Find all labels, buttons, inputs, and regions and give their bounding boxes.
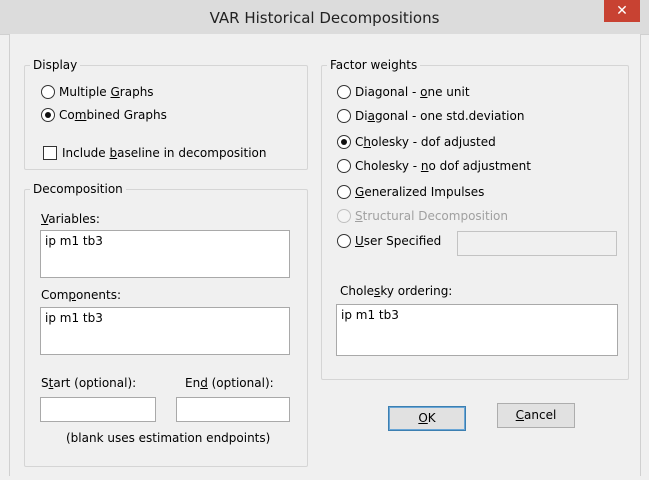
radio-button-multiple-graphs[interactable] [41, 85, 55, 99]
start-field[interactable] [40, 397, 156, 422]
radio-button-generalized-impulses[interactable] [337, 185, 351, 199]
cholesky-ordering-field[interactable]: ip m1 tb3 [336, 304, 618, 356]
end-label: End (optional): [185, 376, 274, 390]
radio-button-cholesky-no-dof[interactable] [337, 159, 351, 173]
radio-label-multiple-graphs: Multiple Graphs [59, 85, 154, 99]
radio-label-diagonal-one-unit: Diagonal - one unit [355, 85, 470, 99]
radio-user-specified[interactable]: User Specified [337, 234, 441, 248]
radio-button-combined-graphs[interactable] [41, 108, 55, 122]
radio-button-cholesky-dof-adjusted[interactable] [337, 135, 351, 149]
title-bar: VAR Historical Decompositions ✕ [0, 0, 649, 35]
radio-label-diagonal-std-dev: Diagonal - one std.deviation [355, 109, 525, 123]
radio-label-cholesky-dof-adjusted: Cholesky - dof adjusted [355, 135, 496, 149]
endpoints-note: (blank uses estimation endpoints) [66, 431, 271, 445]
radio-diagonal-std-dev[interactable]: Diagonal - one std.deviation [337, 109, 524, 123]
radio-button-diagonal-std-dev[interactable] [337, 109, 351, 123]
radio-label-combined-graphs: Combined Graphs [59, 108, 167, 122]
radio-button-structural-decomposition [337, 209, 351, 223]
cholesky-ordering-label: Cholesky ordering: [340, 284, 453, 298]
radio-button-user-specified[interactable] [337, 234, 351, 248]
radio-cholesky-no-dof[interactable]: Cholesky - no dof adjustment [337, 159, 531, 173]
radio-generalized-impulses[interactable]: Generalized Impulses [337, 185, 484, 199]
radio-button-diagonal-one-unit[interactable] [337, 85, 351, 99]
end-field[interactable] [176, 397, 290, 422]
checkbox-include-baseline-box[interactable] [43, 146, 57, 160]
factor-weights-legend: Factor weights [330, 58, 418, 72]
ok-button[interactable]: OK [388, 406, 466, 431]
decomposition-legend: Decomposition [33, 182, 123, 196]
cancel-button[interactable]: Cancel [497, 403, 575, 428]
start-label: Start (optional): [41, 376, 137, 390]
checkbox-include-baseline-label: Include baseline in decomposition [62, 146, 267, 160]
radio-diagonal-one-unit[interactable]: Diagonal - one unit [337, 85, 470, 99]
variables-field[interactable]: ip m1 tb3 [40, 230, 290, 278]
radio-multiple-graphs[interactable]: Multiple Graphs [41, 85, 154, 99]
dialog-body: Display Multiple Graphs Combined Graphs … [9, 34, 641, 476]
user-specified-field [457, 231, 617, 256]
display-legend: Display [33, 58, 78, 72]
radio-combined-graphs[interactable]: Combined Graphs [41, 108, 167, 122]
radio-structural-decomposition: Structural Decomposition [337, 209, 508, 223]
radio-label-structural-decomposition: Structural Decomposition [355, 209, 508, 223]
radio-cholesky-dof-adjusted[interactable]: Cholesky - dof adjusted [337, 135, 496, 149]
radio-label-user-specified: User Specified [355, 234, 442, 248]
variables-label: Variables: [41, 212, 100, 226]
window-title: VAR Historical Decompositions [209, 9, 440, 27]
radio-label-generalized-impulses: Generalized Impulses [355, 185, 485, 199]
components-label: Components: [41, 288, 121, 302]
radio-label-cholesky-no-dof: Cholesky - no dof adjustment [355, 159, 531, 173]
close-icon[interactable]: ✕ [604, 0, 640, 22]
components-field[interactable]: ip m1 tb3 [40, 307, 290, 355]
checkbox-include-baseline[interactable]: Include baseline in decomposition [43, 146, 267, 160]
